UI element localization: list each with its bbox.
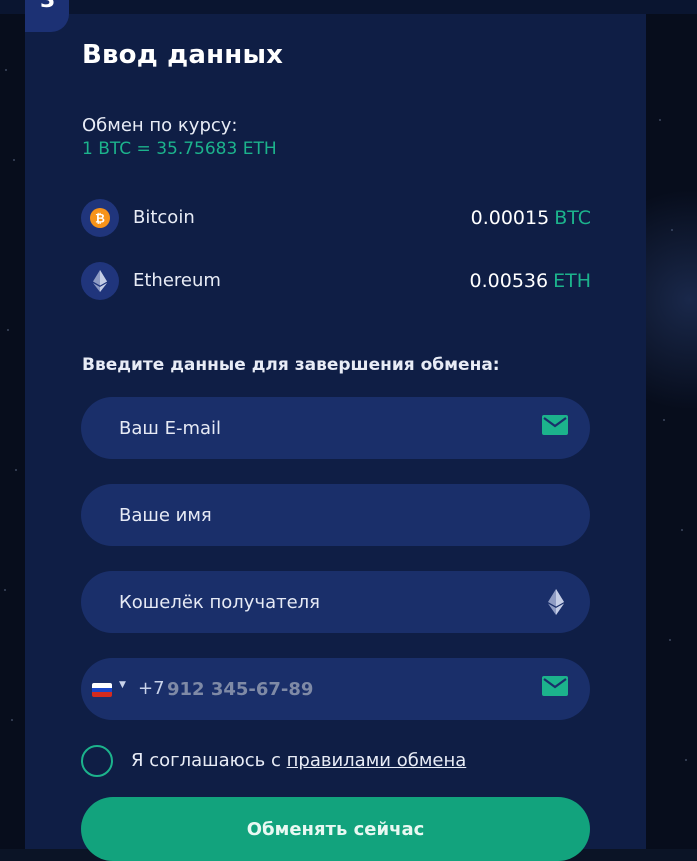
coin-name: Bitcoin (133, 207, 195, 228)
wallet-field-wrapper (81, 571, 590, 633)
envelope-icon (542, 676, 568, 700)
coin-name: Ethereum (133, 270, 221, 291)
russia-flag-icon[interactable] (92, 683, 112, 697)
name-field[interactable] (119, 484, 519, 546)
top-strip (0, 0, 697, 14)
amount-value: 0.00015 (470, 207, 550, 229)
agree-label: Я соглашаюсь с правилами обмена (131, 750, 466, 771)
step-number: 3 (40, 0, 56, 13)
phone-country-code: +7 (138, 678, 165, 699)
amount-value: 0.00536 (469, 270, 549, 292)
coin-amount: 0.00015 BTC (471, 207, 591, 229)
wallet-field[interactable] (119, 571, 519, 633)
rate-value: 1 BTC = 35.75683 ETH (82, 139, 277, 159)
name-field-wrapper (81, 484, 590, 546)
rate-label: Обмен по курсу: (82, 115, 238, 136)
phone-field-wrapper: ▼ +7 (81, 658, 590, 720)
exchange-rules-link[interactable]: правилами обмена (287, 750, 467, 771)
email-field[interactable] (119, 397, 519, 459)
form-label: Введите данные для завершения обмена: (82, 355, 500, 375)
ethereum-icon (81, 262, 119, 300)
coin-row-ethereum: Ethereum 0.00536 ETH (81, 262, 591, 300)
amount-currency: BTC (554, 207, 591, 229)
agree-text: Я соглашаюсь с (131, 750, 287, 771)
page-title: Ввод данных (82, 40, 284, 70)
ethereum-icon (548, 589, 564, 619)
coin-row-bitcoin: ₿ Bitcoin 0.00015 BTC (81, 199, 591, 237)
agree-checkbox[interactable] (81, 745, 113, 777)
phone-field[interactable] (167, 658, 467, 720)
exchange-now-button[interactable]: Обменять сейчас (81, 797, 590, 861)
amount-currency: ETH (553, 270, 591, 292)
coin-amount: 0.00536 ETH (470, 270, 591, 292)
caret-down-icon[interactable]: ▼ (119, 680, 126, 690)
step-badge: 3 (25, 0, 69, 32)
envelope-icon (542, 415, 568, 439)
bitcoin-icon: ₿ (81, 199, 119, 237)
svg-text:₿: ₿ (95, 212, 105, 226)
email-field-wrapper (81, 397, 590, 459)
